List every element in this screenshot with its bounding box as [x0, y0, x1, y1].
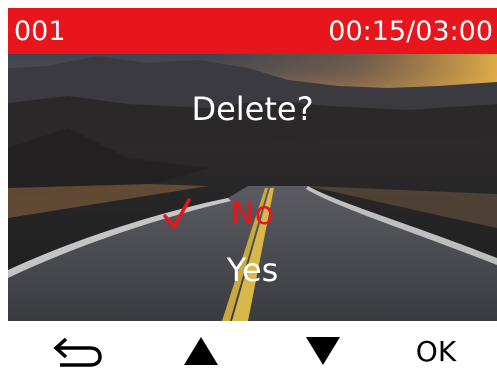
option-no[interactable]: No: [8, 194, 497, 232]
playback-time: 00:15/03:00: [328, 15, 493, 47]
status-bar: 001 00:15/03:00: [8, 8, 497, 54]
screen: 001 00:15/03:00 Delete? No Yes: [8, 8, 497, 321]
ok-button[interactable]: OK: [406, 321, 466, 381]
dashcam-display: 001 00:15/03:00 Delete? No Yes OK: [8, 8, 497, 381]
up-button[interactable]: [176, 321, 226, 381]
option-yes[interactable]: Yes: [8, 251, 497, 289]
file-number: 001: [14, 15, 66, 47]
down-triangle-icon: [306, 337, 340, 365]
dialog-title: Delete?: [191, 90, 314, 128]
button-bar: OK: [8, 321, 497, 381]
down-button[interactable]: [298, 321, 348, 381]
up-triangle-icon: [184, 337, 218, 365]
back-button[interactable]: [48, 321, 108, 381]
back-arrow-icon: [53, 337, 102, 367]
